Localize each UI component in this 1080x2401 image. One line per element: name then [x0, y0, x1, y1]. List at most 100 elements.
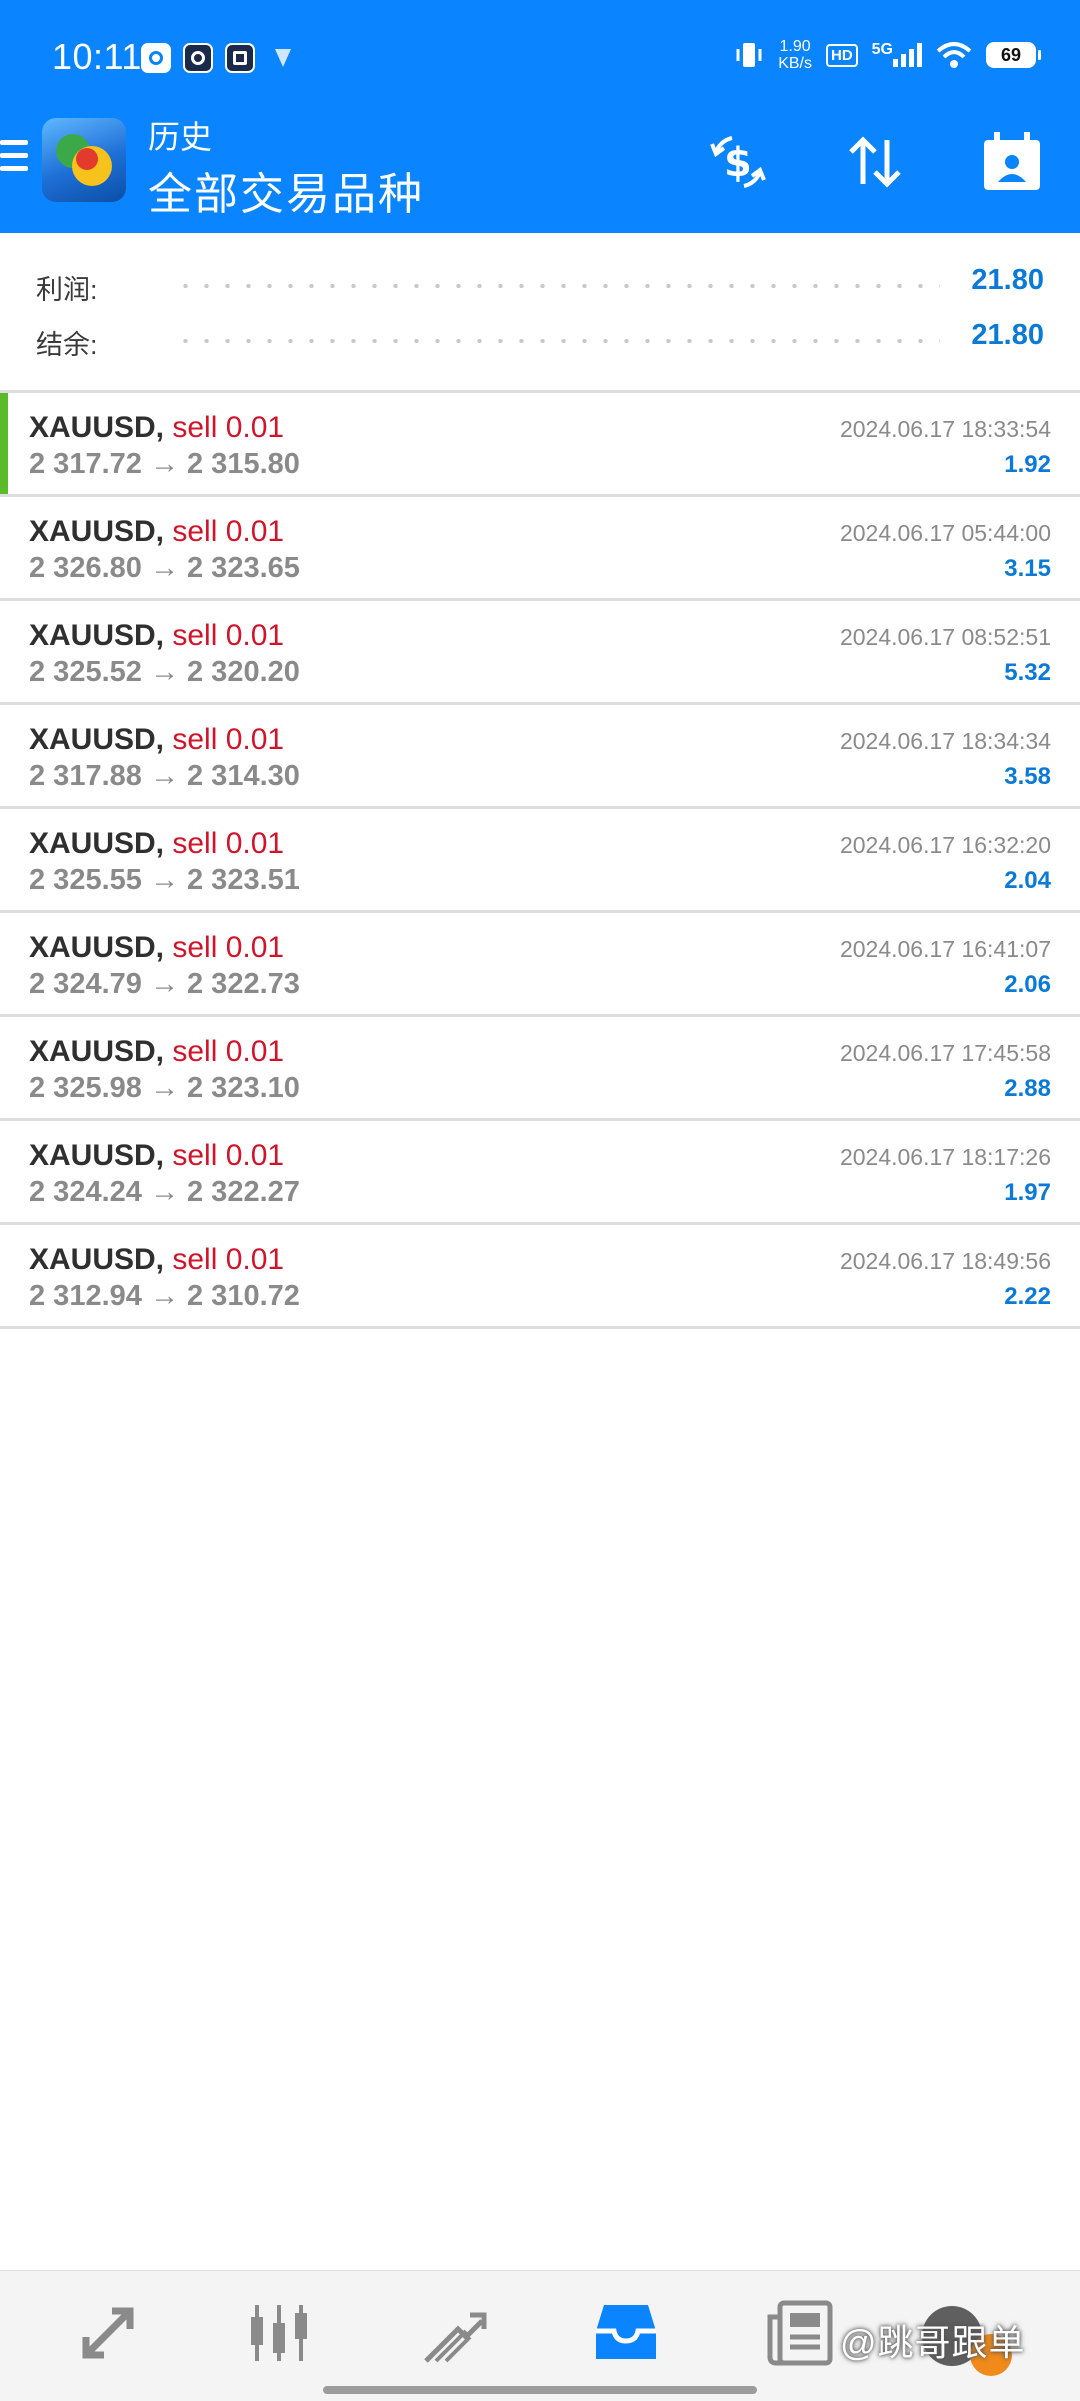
balance-row: 结余: 21.80 — [0, 315, 1080, 365]
dollar-sort-icon[interactable]: $ — [706, 130, 770, 194]
signal-bars-icon — [893, 43, 922, 67]
network-type: 5G — [871, 41, 893, 58]
hd-badge: HD — [825, 43, 858, 67]
chart-icon[interactable] — [243, 2297, 315, 2369]
dotted-leader — [175, 284, 940, 288]
trade-symbol-line: XAUUSD, sell 0.01 — [29, 515, 284, 549]
trade-prices: 2 324.24 → 2 322.27 — [29, 1176, 300, 1208]
trade-datetime: 2024.06.17 18:49:56 — [839, 1248, 1051, 1274]
trade-profit: 5.32 — [1004, 659, 1051, 686]
trade-symbol-line: XAUUSD, sell 0.01 — [29, 1139, 284, 1173]
home-indicator[interactable] — [323, 2386, 757, 2394]
trade-row[interactable]: XAUUSD, sell 0.01 2 325.55 → 2 323.51 2024… — [0, 806, 1080, 910]
net-speed-unit: KB/s — [778, 55, 812, 72]
trade-symbol-line: XAUUSD, sell 0.01 — [29, 619, 284, 653]
trade-side: sell 0.01 — [172, 1139, 285, 1172]
trade-side: sell 0.01 — [172, 723, 285, 756]
status-time: 10:11 — [52, 36, 142, 77]
trade-row[interactable]: XAUUSD, sell 0.01 2 325.98 → 2 323.10 2024… — [0, 1014, 1080, 1118]
trade-profit: 2.04 — [1004, 867, 1051, 894]
profit-label: 利润: — [36, 275, 98, 305]
trade-profit: 2.22 — [1004, 1283, 1051, 1310]
battery-icon: 69 — [986, 42, 1041, 68]
trade-profit: 2.06 — [1004, 971, 1051, 998]
header-subtitle: 历史 — [148, 119, 213, 155]
profit-value: 21.80 — [971, 264, 1044, 296]
net-speed-value: 1.90 — [779, 38, 811, 55]
trade-datetime: 2024.06.17 16:41:07 — [839, 936, 1051, 962]
trade-row[interactable]: XAUUSD, sell 0.01 2 312.94 → 2 310.72 2024… — [0, 1222, 1080, 1329]
symbol-filter-title[interactable]: 全部交易品种 — [148, 158, 424, 222]
trade-symbol-line: XAUUSD, sell 0.01 — [29, 931, 284, 965]
trade-history-list: XAUUSD, sell 0.01 2 317.72 → 2 315.80 2024… — [0, 390, 1080, 1329]
sort-icon[interactable] — [843, 130, 907, 194]
vibrate-icon — [736, 43, 762, 67]
trade-prices: 2 317.72 → 2 315.80 — [29, 448, 300, 480]
trade-row[interactable]: XAUUSD, sell 0.01 2 324.79 → 2 322.73 2024… — [0, 910, 1080, 1014]
profit-row: 利润: 21.80 — [0, 260, 1080, 310]
trade-side: sell 0.01 — [172, 411, 285, 444]
wifi-icon — [936, 42, 972, 68]
trade-datetime: 2024.06.17 18:34:34 — [839, 728, 1051, 754]
app-notification-icon — [141, 43, 171, 73]
trade-symbol-line: XAUUSD, sell 0.01 — [29, 827, 284, 861]
balance-value: 21.80 — [971, 319, 1044, 351]
app-notification-icon — [183, 43, 213, 73]
trade-profit: 1.92 — [1004, 451, 1051, 478]
trade-symbol: XAUUSD, — [29, 931, 165, 964]
quotes-icon[interactable] — [72, 2297, 144, 2369]
trade-profit: 3.15 — [1004, 555, 1051, 582]
trade-icon[interactable] — [418, 2297, 490, 2369]
trade-side: sell 0.01 — [172, 1035, 285, 1068]
trade-symbol: XAUUSD, — [29, 515, 165, 548]
trade-datetime: 2024.06.17 05:44:00 — [839, 520, 1051, 546]
trade-prices: 2 326.80 → 2 323.65 — [29, 552, 300, 584]
notification-icons — [141, 43, 297, 73]
trade-prices: 2 312.94 → 2 310.72 — [29, 1280, 300, 1312]
app-notification-icon — [225, 43, 255, 73]
app-logo — [42, 118, 126, 202]
trade-symbol: XAUUSD, — [29, 411, 165, 444]
trade-datetime: 2024.06.17 17:45:58 — [839, 1040, 1051, 1066]
trade-side: sell 0.01 — [172, 619, 285, 652]
trade-symbol-line: XAUUSD, sell 0.01 — [29, 1243, 284, 1277]
trade-prices: 2 325.55 → 2 323.51 — [29, 864, 300, 896]
trade-datetime: 2024.06.17 18:17:26 — [839, 1144, 1051, 1170]
trade-datetime: 2024.06.17 16:32:20 — [839, 832, 1051, 858]
trade-datetime: 2024.06.17 18:33:54 — [839, 416, 1051, 442]
trade-symbol: XAUUSD, — [29, 1035, 165, 1068]
trade-symbol: XAUUSD, — [29, 827, 165, 860]
top-bar: 10:11 1.90 KB/s HD 5G 69 历史 全部交易品种 $ — [0, 0, 1080, 233]
trade-symbol-line: XAUUSD, sell 0.01 — [29, 411, 284, 445]
trade-row[interactable]: XAUUSD, sell 0.01 2 317.88 → 2 314.30 2024… — [0, 702, 1080, 806]
trade-profit: 2.88 — [1004, 1075, 1051, 1102]
trade-side: sell 0.01 — [172, 1243, 285, 1276]
net-speed: 1.90 KB/s — [778, 38, 812, 72]
menu-button[interactable] — [0, 140, 28, 180]
trade-profit: 3.58 — [1004, 763, 1051, 790]
trade-row[interactable]: XAUUSD, sell 0.01 2 326.80 → 2 323.65 2024… — [0, 494, 1080, 598]
trade-row[interactable]: XAUUSD, sell 0.01 2 324.24 → 2 322.27 2024… — [0, 1118, 1080, 1222]
trade-symbol-line: XAUUSD, sell 0.01 — [29, 723, 284, 757]
trade-symbol: XAUUSD, — [29, 723, 165, 756]
trade-prices: 2 317.88 → 2 314.30 — [29, 760, 300, 792]
trade-prices: 2 325.52 → 2 320.20 — [29, 656, 300, 688]
trade-symbol: XAUUSD, — [29, 1243, 165, 1276]
balance-label: 结余: — [36, 330, 98, 360]
trade-row[interactable]: XAUUSD, sell 0.01 2 317.72 → 2 315.80 2024… — [0, 390, 1080, 494]
trade-row[interactable]: XAUUSD, sell 0.01 2 325.52 → 2 320.20 2024… — [0, 598, 1080, 702]
summary-panel: 利润: 21.80 结余: 21.80 — [0, 233, 1080, 390]
status-bar: 10:11 1.90 KB/s HD 5G 69 — [0, 0, 1080, 110]
history-icon[interactable] — [590, 2297, 662, 2369]
trade-prices: 2 324.79 → 2 322.73 — [29, 968, 300, 1000]
trade-symbol: XAUUSD, — [29, 619, 165, 652]
trade-side: sell 0.01 — [172, 931, 285, 964]
trade-prices: 2 325.98 → 2 323.10 — [29, 1072, 300, 1104]
trade-symbol: XAUUSD, — [29, 1139, 165, 1172]
news-icon[interactable] — [764, 2297, 836, 2369]
watermark-text: @跳哥跟单 — [840, 2322, 1026, 2363]
trade-side: sell 0.01 — [172, 827, 285, 860]
calendar-icon[interactable] — [980, 130, 1044, 194]
trade-symbol-line: XAUUSD, sell 0.01 — [29, 1035, 284, 1069]
trade-profit: 1.97 — [1004, 1179, 1051, 1206]
